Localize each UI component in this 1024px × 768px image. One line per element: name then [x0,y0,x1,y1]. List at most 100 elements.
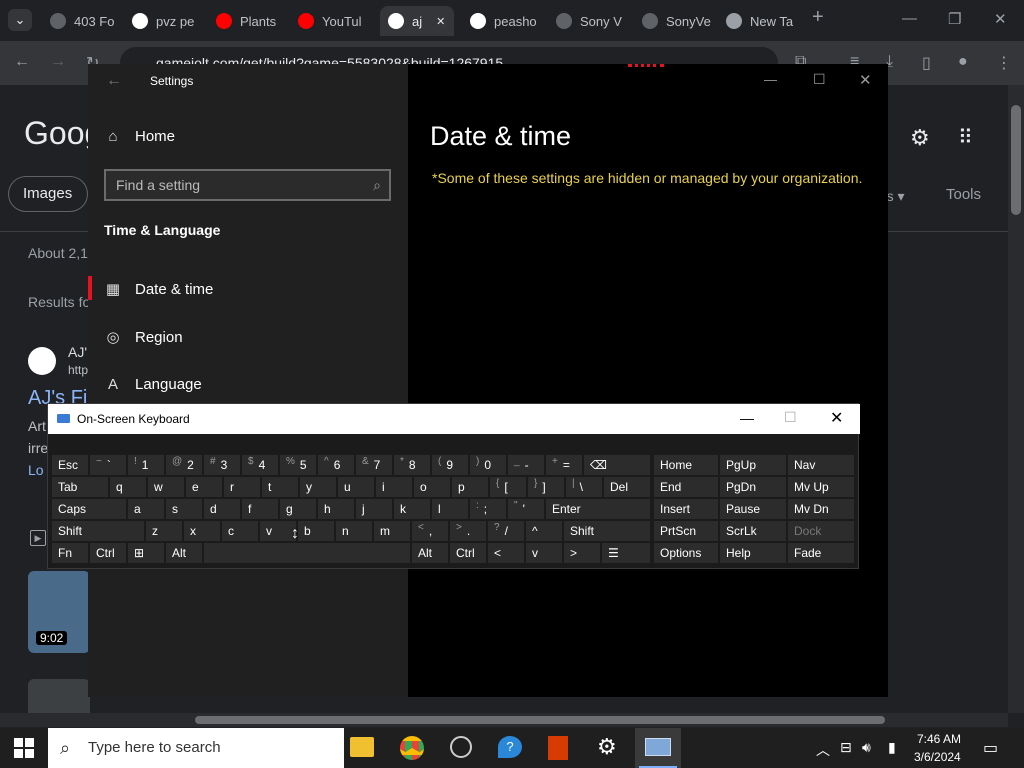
osk-key[interactable]: @2 [166,455,202,475]
forward-icon[interactable]: → [50,53,66,71]
menu-icon[interactable]: ⋮ [996,53,1012,73]
osk-key[interactable]: " ' [508,499,544,519]
osk-key[interactable]: p [452,477,488,497]
osk-key[interactable]: _ - [508,455,544,475]
osk-key[interactable]: g [280,499,316,519]
osk-key[interactable]: | \ [566,477,602,497]
nav-home[interactable]: ⌂ Home [104,128,175,145]
osk-key[interactable]: * 8 [394,455,430,475]
osk-key[interactable]: Ctrl [450,543,486,563]
nav-region[interactable]: ◎ Region [104,328,182,347]
osk-key[interactable]: Insert [654,499,718,519]
restore-button[interactable]: ❐ [948,10,961,28]
clock-date[interactable]: 3/6/2024 [914,750,961,764]
office-icon[interactable] [548,736,568,760]
minimize-button[interactable]: — [902,10,917,27]
osk-key[interactable]: Mv Dn [788,499,854,519]
osk-key[interactable]: Help [720,543,786,563]
osk-key[interactable]: Fade [788,543,854,563]
tab[interactable]: 403 Fo [44,8,124,34]
new-tab-button[interactable]: + [812,6,824,29]
osk-taskbar-button[interactable] [635,728,681,768]
osk-key[interactable]: Pause [720,499,786,519]
osk-key[interactable]: k [394,499,430,519]
volume-icon[interactable]: 🔊︎ [862,739,871,756]
video-thumbnail[interactable] [28,679,90,713]
osk-key[interactable]: PgDn [720,477,786,497]
osk-key[interactable]: x [184,521,220,541]
osk-key[interactable]: l [432,499,468,519]
osk-key[interactable]: t [262,477,298,497]
close-button[interactable]: ✕ [859,71,872,89]
tab[interactable]: YouTul [292,8,372,34]
close-button[interactable]: ✕ [830,408,843,428]
osk-key[interactable]: Home [654,455,718,475]
osk-key[interactable]: PrtScn [654,521,718,541]
osk-key[interactable]: w [148,477,184,497]
osk-key[interactable]: m [374,521,410,541]
vertical-scrollbar[interactable] [1008,85,1024,713]
osk-key[interactable]: e [186,477,222,497]
osk-key[interactable]: Ctrl [90,543,126,563]
osk-key[interactable]: ) 0 [470,455,506,475]
osk-key[interactable]: ⌫ [584,455,650,475]
minimize-button[interactable]: — [764,72,777,87]
osk-key[interactable]: + = [546,455,582,475]
osk-key[interactable]: Enter [546,499,650,519]
tab[interactable]: SonyVe [636,8,716,34]
osk-key[interactable]: (9 [432,455,468,475]
horizontal-scrollbar[interactable] [0,713,1008,727]
osk-key[interactable]: Shift [564,521,650,541]
osk-key[interactable]: u [338,477,374,497]
tools-button[interactable]: Tools [946,186,981,203]
tab-search-button[interactable]: ⌄ [8,9,32,31]
osk-key[interactable]: ⊞ [128,543,164,563]
images-chip[interactable]: Images [8,176,88,212]
windows-start-icon[interactable] [14,738,34,758]
tab[interactable]: Plants [210,8,290,34]
clock-time[interactable]: 7:46 AM [917,732,961,746]
osk-key[interactable]: d [204,499,240,519]
maximize-button[interactable]: ☐ [813,71,826,88]
osk-key[interactable]: r [224,477,260,497]
minimize-button[interactable]: — [740,410,754,426]
osk-key[interactable]: ~ ` [90,455,126,475]
apps-grid-icon[interactable]: ⠿ [958,125,973,150]
osk-key[interactable]: a [128,499,164,519]
settings-gear-icon[interactable]: ⚙ [597,734,617,760]
osk-key[interactable]: q [110,477,146,497]
profile-icon[interactable]: ● [958,53,968,71]
osk-key[interactable]: & 7 [356,455,392,475]
osk-key[interactable]: y [300,477,336,497]
osk-key[interactable]: Tab [52,477,108,497]
osk-key[interactable]: {[ [490,477,526,497]
tab[interactable]: peasho [464,8,544,34]
osk-key[interactable]: > [564,543,600,563]
tab[interactable]: New Ta [720,8,800,34]
osk-key[interactable]: >. [450,521,486,541]
osk-key[interactable]: #3 [204,455,240,475]
osk-key[interactable]: }] [528,477,564,497]
back-icon[interactable]: ← [14,53,30,71]
osk-key[interactable]: ? / [488,521,524,541]
scroll-thumb[interactable] [1011,105,1021,215]
nav-date-time[interactable]: ▦ Date & time [104,280,213,299]
nav-language[interactable]: A Language [104,376,202,393]
osk-key[interactable]: i [376,477,412,497]
network-icon[interactable]: ⊟ [840,739,852,756]
osk-key[interactable]: <, [412,521,448,541]
osk-key[interactable]: f [242,499,278,519]
osk-key[interactable]: c [222,521,258,541]
back-arrow-icon[interactable]: ← [106,72,122,90]
drag-handle[interactable] [628,64,664,67]
osk-key[interactable]: s [166,499,202,519]
find-setting-input[interactable]: Find a setting ⌕ [104,169,391,201]
chevron-up-icon[interactable]: ︿ [816,740,830,760]
tab[interactable]: pvz pe [126,8,206,34]
close-window-button[interactable]: ✕ [994,10,1007,28]
tab[interactable]: aj ✕ [380,6,454,36]
osk-key[interactable]: Mv Up [788,477,854,497]
osk-key[interactable]: Shift [52,521,144,541]
osk-key[interactable]: ! 1 [128,455,164,475]
osk-key[interactable]: % 5 [280,455,316,475]
